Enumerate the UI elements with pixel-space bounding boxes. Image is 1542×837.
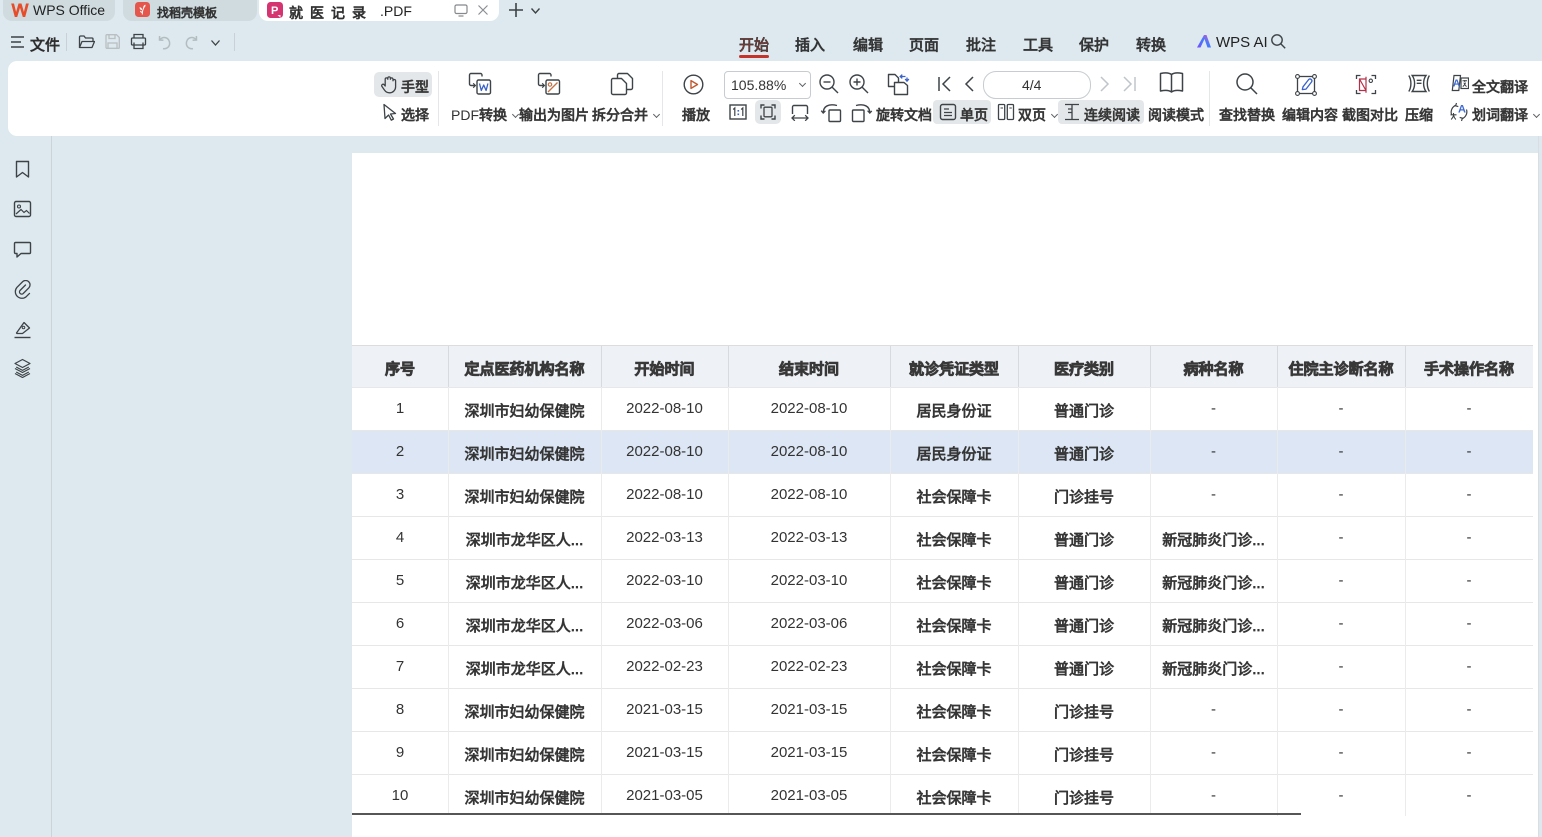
svg-text:A: A: [1453, 78, 1461, 90]
svg-text:A: A: [1458, 104, 1466, 116]
svg-text:P: P: [271, 5, 278, 17]
